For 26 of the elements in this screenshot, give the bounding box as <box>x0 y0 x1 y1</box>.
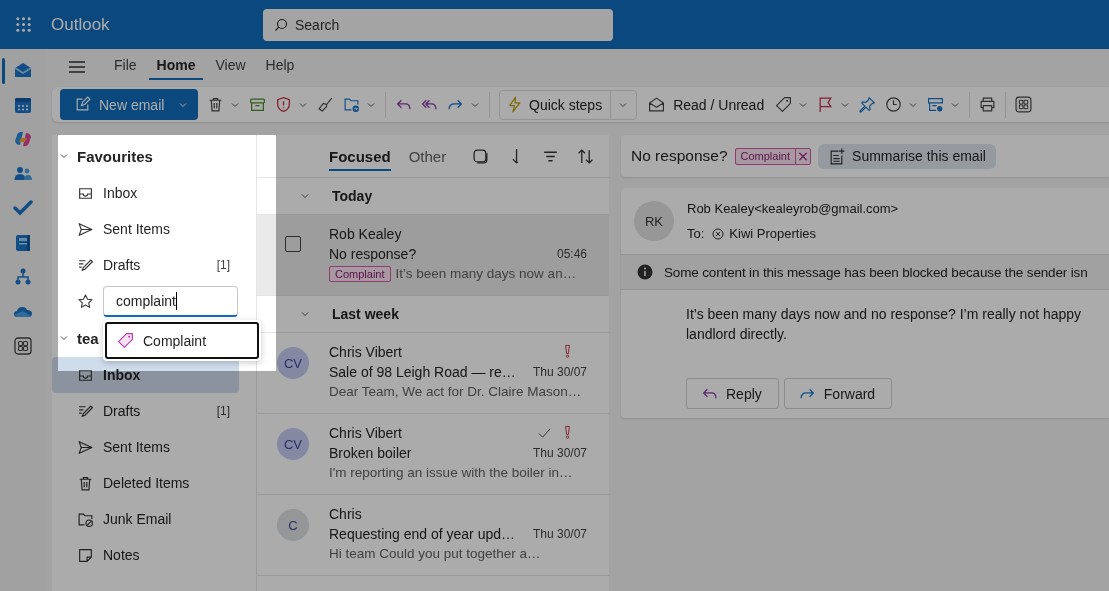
message-preview: Hi team Could you put together a… <box>329 546 541 561</box>
avatar: CV <box>277 347 309 379</box>
email-body-line: landlord directly. <box>686 325 788 344</box>
message-time: Thu 30/07 <box>532 445 587 460</box>
sender-name: Chris Vibert <box>329 424 402 441</box>
message-preview: I'm reporting an issue with the boiler in… <box>329 465 573 480</box>
message-time: Thu 30/07 <box>532 364 587 379</box>
message-time: Thu 30/07 <box>532 526 587 541</box>
avatar: RK <box>634 201 674 241</box>
avatar: CV <box>277 428 309 460</box>
message-subject: Sale of 98 Leigh Road — re… <box>329 363 516 380</box>
notice-text: Some content in this message has been blocked because the sender isn <box>664 264 1088 280</box>
message-time: 05:46 <box>556 246 587 261</box>
avatar: C <box>277 509 309 541</box>
message-subject: Broken boiler <box>329 444 412 461</box>
sender-name: Chris <box>329 505 362 522</box>
message-subject: No response? <box>329 245 417 262</box>
message-subject: Requesting end of year upd… <box>329 525 515 542</box>
message-preview: It’s been many days now an… <box>395 266 577 281</box>
email-subject: No response? <box>631 147 728 165</box>
sender-name: Rob Kealey <box>329 225 402 242</box>
sender-address: Rob Kealey<kealeyrob@gmail.com> <box>687 201 899 216</box>
to-label: To: <box>687 226 705 241</box>
message-preview: Dear Team, We act for Dr. Claire Mason… <box>329 384 582 399</box>
email-body-line: It’s been many days now and no response? I’m really not happy <box>686 305 1083 324</box>
sender-name: Chris Vibert <box>329 343 402 360</box>
